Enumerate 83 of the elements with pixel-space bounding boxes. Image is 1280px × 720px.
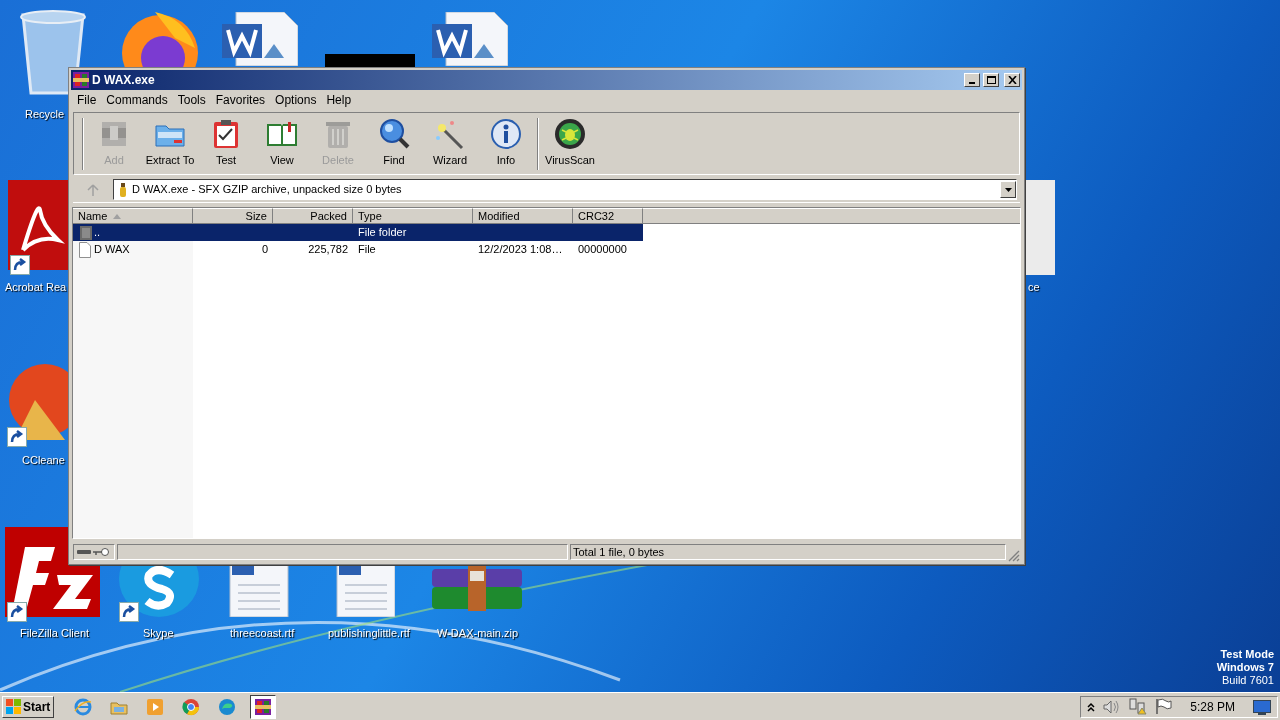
windows-logo-icon <box>6 699 21 714</box>
status-text: Total 1 file, 0 bytes <box>570 544 1006 560</box>
maximize-button[interactable] <box>983 73 999 87</box>
desktop-icon[interactable] <box>8 180 68 270</box>
desktop-icon[interactable] <box>228 565 290 617</box>
icon-label: CCleane <box>22 453 65 468</box>
column-header[interactable]: Modified <box>473 208 573 224</box>
menu-item[interactable]: File <box>72 91 102 109</box>
icon-label: W-DAX-main.zip <box>437 626 519 641</box>
menu-item[interactable]: Commands <box>101 91 173 109</box>
desktop-icon[interactable] <box>222 12 298 66</box>
search-icon <box>378 118 410 151</box>
table-cell-text: File folder <box>358 225 407 241</box>
menu-item[interactable]: Tools <box>172 91 211 109</box>
table-cell-text: File <box>358 242 376 258</box>
bottle-icon <box>118 181 128 198</box>
icon-label: Recycle <box>25 107 65 122</box>
menu-item[interactable]: Options <box>270 91 322 109</box>
toolbar-button[interactable]: VirusScan <box>542 115 598 172</box>
wave-icon <box>218 697 237 716</box>
desktop-icon[interactable] <box>432 12 508 66</box>
minimize-button[interactable] <box>964 73 980 87</box>
icon-label: Skype <box>143 626 174 641</box>
toolbar-button[interactable]: Extract To <box>142 115 198 172</box>
flag-icon[interactable] <box>1155 698 1173 715</box>
file-icon <box>78 241 92 258</box>
file-row[interactable]: D WAX 0 225,782 File 12/2/2023 1:08… 00000000 <box>73 241 643 258</box>
window-title: D WAX.exe <box>92 72 156 89</box>
notice-text: Build 7601 <box>1222 674 1274 687</box>
show-desktop-icon[interactable] <box>1253 698 1271 715</box>
resize-grip-icon[interactable] <box>1008 550 1020 562</box>
table-cell-text: 0 <box>261 242 268 258</box>
menu-item[interactable]: Favorites <box>210 91 271 109</box>
bug-icon <box>554 118 586 151</box>
table-cell-text: 225,782 <box>308 242 348 258</box>
icon-label: publishinglittle.rtf <box>328 626 410 641</box>
up-arrow-icon <box>87 183 99 196</box>
toolbar-button[interactable]: View <box>254 115 310 172</box>
key-icon <box>93 548 109 556</box>
info-icon <box>490 118 522 151</box>
close-icon <box>1007 76 1017 84</box>
column-header[interactable]: Type <box>353 208 473 224</box>
table-cell-text: .. <box>94 225 101 241</box>
table-cell-text: 12/2/2023 1:08… <box>478 242 563 258</box>
file-row[interactable]: .. File folder <box>73 224 643 241</box>
column-header[interactable]: Name <box>73 208 193 224</box>
toolbar-button[interactable]: Test <box>198 115 254 172</box>
chevron-up-icon[interactable] <box>1087 701 1096 712</box>
maximize-icon <box>986 76 996 84</box>
desktop-icon[interactable] <box>335 565 395 617</box>
taskbar-button[interactable] <box>250 694 277 719</box>
column-header[interactable]: Packed <box>273 208 353 224</box>
clock-text[interactable]: 5:28 PM <box>1180 697 1245 716</box>
toolbar-button[interactable]: Info <box>478 115 534 172</box>
dropdown-button[interactable] <box>1000 181 1016 198</box>
wand-icon <box>434 118 466 151</box>
table-cell-text: D WAX <box>94 242 130 258</box>
start-button[interactable]: Start <box>2 695 55 718</box>
browser-icon <box>182 697 201 716</box>
close-button[interactable] <box>1004 73 1020 87</box>
icon-label: threecoast.rtf <box>230 626 295 641</box>
icon-label: FileZilla Client <box>20 626 90 641</box>
network-warning-icon[interactable] <box>1129 698 1148 715</box>
stack-icon <box>254 697 273 716</box>
folder-icon <box>78 224 92 241</box>
globe-icon <box>74 697 93 716</box>
notice-text: Windows 7 <box>1216 661 1274 674</box>
column-header[interactable]: CRC32 <box>573 208 643 224</box>
app-icon <box>73 72 89 88</box>
drive-icon <box>77 548 91 556</box>
speaker-icon[interactable] <box>1103 698 1122 715</box>
play-icon <box>146 697 165 716</box>
column-header[interactable]: Size <box>193 208 273 224</box>
menu-item[interactable]: Help <box>321 91 357 109</box>
toolbar-button[interactable]: Find <box>366 115 422 172</box>
desktop-icon[interactable] <box>432 565 522 613</box>
address-field[interactable]: D WAX.exe - SFX GZIP archive, unpacked size 0 bytes <box>113 179 1017 200</box>
toolbar-button[interactable]: Wizard <box>422 115 478 172</box>
notice-text: Test Mode <box>1220 648 1274 661</box>
icon-label: ce <box>1028 280 1040 295</box>
table-cell-text: 00000000 <box>578 242 627 258</box>
icon-label: Acrobat Rea <box>5 280 67 295</box>
caret-icon <box>1004 187 1012 192</box>
